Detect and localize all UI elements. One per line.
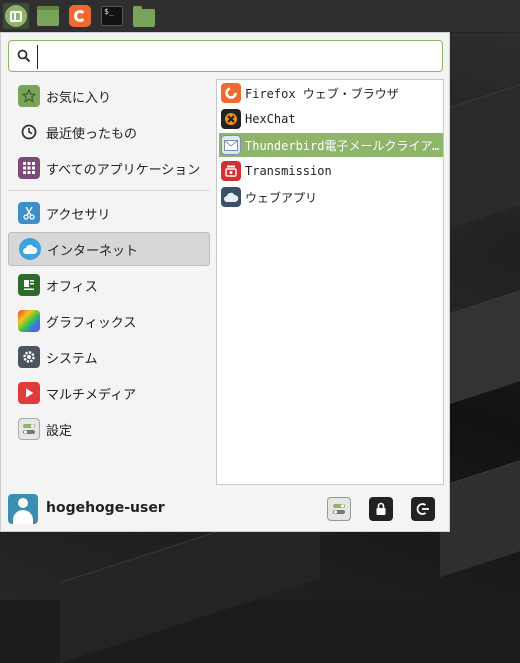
category-favorites[interactable]: お気に入り <box>8 79 210 113</box>
clock-icon <box>18 121 40 143</box>
scissors-icon <box>18 202 40 224</box>
webapp-icon <box>221 187 241 207</box>
category-settings[interactable]: 設定 <box>8 412 210 446</box>
hexchat-icon <box>221 109 241 129</box>
app-hexchat[interactable]: HexChat <box>219 107 443 131</box>
app-label: Thunderbird電子メールクライアント <box>245 138 443 153</box>
username: hogehoge-user <box>46 500 165 516</box>
app-webapps[interactable]: ウェブアプリ <box>219 185 443 209</box>
category-recent[interactable]: 最近使ったもの <box>8 115 210 149</box>
app-thunderbird[interactable]: Thunderbird電子メールクライアント <box>219 133 443 157</box>
terminal-launcher[interactable]: $_ <box>99 3 125 29</box>
thunderbird-icon <box>221 135 241 155</box>
firefox-icon <box>221 83 241 103</box>
window-icon <box>37 6 59 26</box>
logout-icon <box>416 503 429 515</box>
category-system[interactable]: システム <box>8 340 210 374</box>
application-menu: お気に入り 最近使ったもの すべてのアプリケーション アクセサリ インターネット <box>0 32 450 532</box>
terminal-icon: $_ <box>101 6 123 26</box>
play-icon <box>18 382 40 404</box>
document-icon <box>18 274 40 296</box>
system-settings-button[interactable] <box>327 497 351 521</box>
menu-footer: hogehoge-user <box>1 488 449 532</box>
mint-menu-button[interactable] <box>3 3 29 29</box>
firefox-launcher[interactable] <box>67 3 93 29</box>
palette-icon <box>18 310 40 332</box>
toggles-icon <box>18 418 40 440</box>
category-label: すべてのアプリケーション <box>46 162 201 178</box>
category-label: オフィス <box>46 279 98 295</box>
category-label: グラフィックス <box>46 315 137 331</box>
app-label: HexChat <box>245 112 296 126</box>
app-label: Transmission <box>245 164 332 178</box>
toggles-icon <box>333 504 345 514</box>
transmission-icon <box>221 161 241 181</box>
lock-screen-button[interactable] <box>369 497 393 521</box>
category-label: マルチメディア <box>46 387 137 403</box>
search-input[interactable] <box>37 45 437 69</box>
search-icon <box>17 49 31 63</box>
category-label: インターネット <box>47 243 139 259</box>
bg-tile <box>440 453 520 578</box>
grid-icon <box>18 157 40 179</box>
user-avatar[interactable] <box>8 494 38 524</box>
top-panel: $_ <box>0 0 520 33</box>
category-office[interactable]: オフィス <box>8 268 210 302</box>
show-desktop-button[interactable] <box>35 3 61 29</box>
star-icon <box>18 85 40 107</box>
category-graphics[interactable]: グラフィックス <box>8 304 210 338</box>
app-label: Firefox ウェブ・ブラウザ <box>245 86 399 101</box>
app-transmission[interactable]: Transmission <box>219 159 443 183</box>
search-box[interactable] <box>8 40 443 72</box>
mint-menu-icon <box>5 5 27 27</box>
app-label: ウェブアプリ <box>245 190 318 205</box>
category-label: お気に入り <box>46 90 112 106</box>
application-list: Firefox ウェブ・ブラウザ HexChat Thunderbird電子メー… <box>216 79 444 485</box>
category-accessories[interactable]: アクセサリ <box>8 196 210 230</box>
category-internet[interactable]: インターネット <box>8 232 210 266</box>
category-separator <box>8 190 210 191</box>
category-label: 設定 <box>46 423 73 439</box>
category-label: 最近使ったもの <box>46 126 138 142</box>
category-multimedia[interactable]: マルチメディア <box>8 376 210 410</box>
category-label: アクセサリ <box>46 207 111 223</box>
app-firefox[interactable]: Firefox ウェブ・ブラウザ <box>219 81 443 105</box>
firefox-icon <box>69 5 91 27</box>
logout-button[interactable] <box>411 497 435 521</box>
cloud-icon <box>19 238 41 260</box>
lock-icon <box>376 502 386 515</box>
gear-icon <box>18 346 40 368</box>
files-launcher[interactable] <box>131 3 157 29</box>
category-label: システム <box>46 351 98 367</box>
folder-icon <box>133 5 155 27</box>
category-all-applications[interactable]: すべてのアプリケーション <box>8 151 210 185</box>
